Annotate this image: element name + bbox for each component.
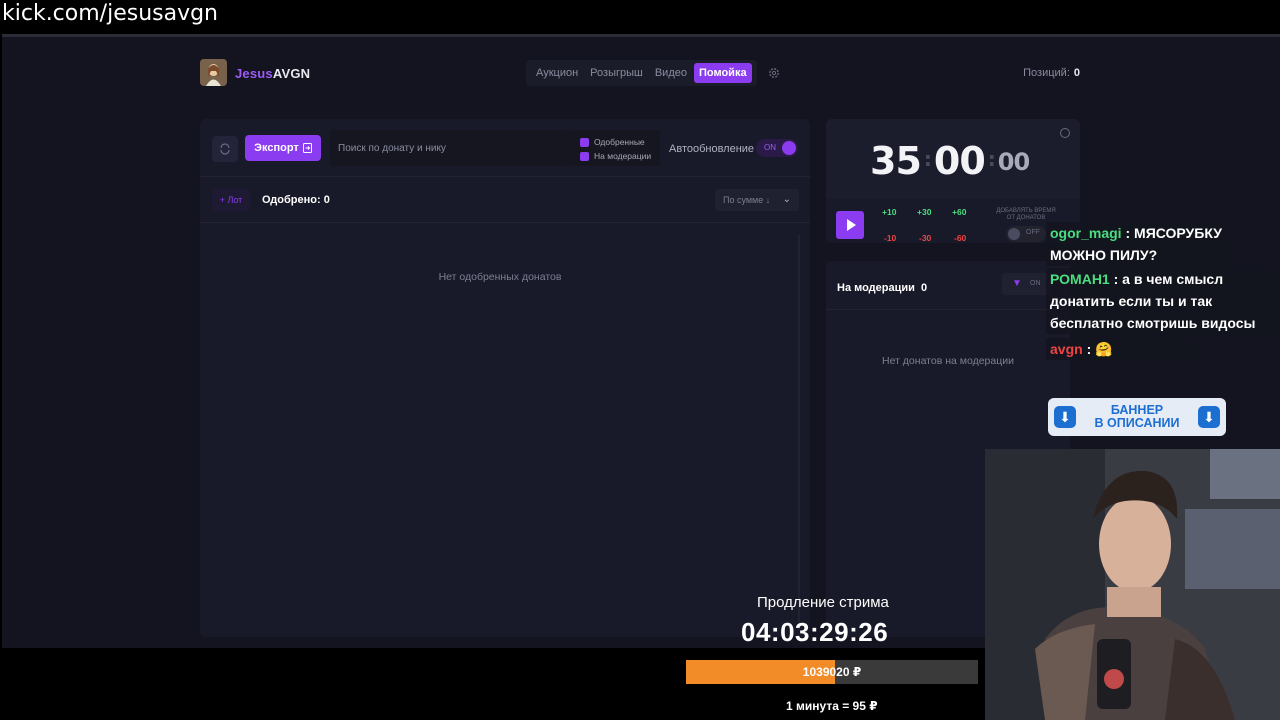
chat-emoji: 🤗 [1095,341,1113,357]
filter-moderation-label: На модерации [594,151,652,161]
donation-progress-bar: 1039020 ₽ [686,660,978,684]
add-time-toggle[interactable]: OFF [1006,226,1046,242]
stream-extension-timer: 04:03:29:26 [741,617,889,647]
nav-trash[interactable]: Помойка [693,63,752,83]
settings-gear-icon[interactable] [768,67,780,79]
plus-60-button[interactable]: +60 [952,207,966,217]
timer-seconds: 00 [933,139,986,183]
chat-user: ogor_magi [1050,225,1122,241]
refresh-button[interactable] [212,136,238,162]
positions-label: Позиций: [1023,67,1070,79]
search-placeholder: Поиск по донату и нику [338,143,446,154]
browser-url-bar: kick.com/jesusavgn [0,0,1280,30]
approved-panel: Экспорт Поиск по донату и нику Одобренны… [200,119,810,637]
search-input[interactable]: Поиск по донату и нику [330,130,572,166]
scrollbar[interactable] [798,235,800,630]
minus-60-button[interactable]: -60 [954,233,966,243]
sort-label: По сумме ↓ [723,195,771,205]
chat-user: РОМАН1 [1050,271,1110,287]
timer-display: 35:00:00 [826,119,1080,199]
empty-approved-text: Нет одобренных донатов [438,271,562,283]
plus-10-button[interactable]: +10 [882,207,896,217]
moderation-title-label: На модерации [837,282,915,294]
nav-video[interactable]: Видео [650,63,692,83]
filter-approved-label: Одобренные [594,137,645,147]
donations-toolbar: Экспорт Поиск по донату и нику Одобренны… [200,119,810,177]
channel-avatar[interactable] [200,59,227,86]
checkbox-checked-icon [580,137,589,147]
progress-amount: 1039020 ₽ [802,665,862,679]
chevron-down-icon: ⌄ [782,194,791,205]
sort-dropdown[interactable]: По сумме ↓ ⌄ [715,189,799,211]
arrow-down-icon: ⬇ [1198,406,1220,428]
refresh-icon [220,143,230,155]
empty-moderation-text: Нет донатов на модерации [882,355,1014,367]
chat-message: ogor_magi : МЯСОРУБКУ МОЖНО ПИЛУ? [1046,222,1226,266]
toggle-knob [1008,228,1020,240]
filter-moderation-checkbox[interactable]: На модерации [580,149,660,163]
brand-part-1: Jesus [235,66,273,81]
timer-minutes: 35 [870,139,922,183]
moderation-filter-toggle[interactable]: ▼ ON [1002,273,1052,295]
minute-rate: 1 минута = 95 ₽ [786,699,878,713]
banner-line-2: В ОПИСАНИИ [1094,416,1180,430]
auto-refresh-state: ON [764,143,776,152]
banner-in-description: ⬇ БАННЕР В ОПИСАНИИ ⬇ [1048,398,1226,436]
minus-30-button[interactable]: -30 [919,233,931,243]
brand-part-2: AVGN [272,66,311,81]
export-icon [302,143,312,153]
approved-count: Одобрено: 0 [262,194,330,206]
nav-auction[interactable]: Аукцион [531,63,583,83]
chat-user: avgn [1050,341,1083,357]
moderation-title: На модерации 0 [837,282,927,294]
checkbox-checked-icon [580,151,589,161]
divider [826,309,1070,310]
timer-digits: 35:00:00 [870,139,1030,183]
auto-refresh-toggle[interactable]: ON [756,139,798,157]
add-time-state: OFF [1026,229,1040,236]
arrow-down-icon: ⬇ [1054,406,1076,428]
chat-message: РОМАН1 : а в чем смысл донатить если ты … [1046,268,1276,334]
filter-approved-checkbox[interactable]: Одобренные [580,135,660,149]
auto-refresh-label: Автообновление [669,143,755,155]
moderation-count: 0 [921,282,928,294]
export-label: Экспорт [254,142,299,154]
filter-icon: ▼ [1012,278,1022,289]
chat-message: avgn : 🤗 [1046,338,1194,360]
approved-subbar: + Лот Одобрено: 0 По сумме ↓ ⌄ [200,177,810,223]
banner-text: БАННЕР В ОПИСАНИИ [1084,404,1190,430]
history-icon[interactable] [1060,128,1070,138]
timer-centis: 00 [997,148,1030,176]
main-nav: Аукцион Розыгрыш Видео Помойка [526,60,757,86]
positions-value: 0 [1073,67,1080,79]
positions-counter: Позиций: 0 [1023,67,1080,79]
auction-timer: 35:00:00 +10 +30 +60 -10 -30 -60 ДОБАВЛЯ… [826,119,1080,243]
add-time-label: ДОБАВЛЯТЬ ВРЕМЯ ОТ ДОНАТОВ [996,208,1056,221]
minus-10-button[interactable]: -10 [884,233,896,243]
plus-30-button[interactable]: +30 [917,207,931,217]
nav-giveaway[interactable]: Розыгрыш [585,63,648,83]
app-header: JesusAVGN Аукцион Розыгрыш Видео Помойка… [200,59,1080,89]
webcam-feed [985,449,1280,720]
play-button[interactable] [836,211,864,239]
moderation-filter-state: ON [1030,280,1041,287]
url-text: kick.com/jesusavgn [2,1,219,26]
status-filters: Одобренные На модерации [572,130,660,166]
export-button[interactable]: Экспорт [245,135,321,161]
brand-name: JesusAVGN [235,66,310,81]
add-lot-button[interactable]: + Лот [212,189,250,211]
toggle-knob [782,141,796,155]
stream-extension-label: Продление стрима [757,594,889,611]
